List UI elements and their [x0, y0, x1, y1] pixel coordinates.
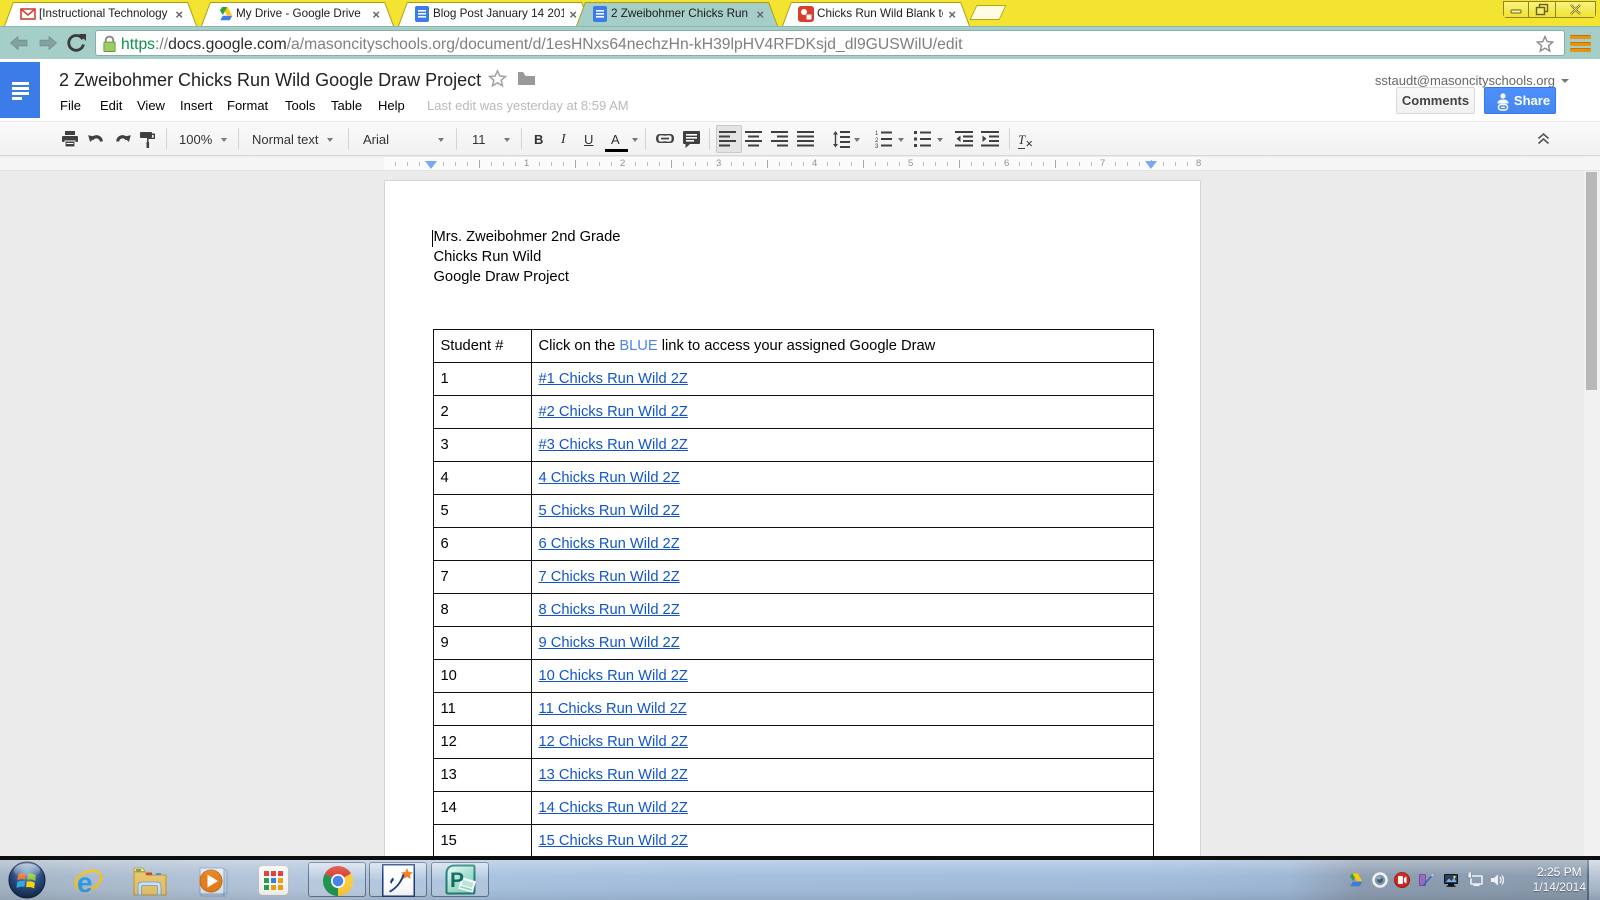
svg-text:3: 3 — [875, 144, 879, 148]
svg-text:e: e — [77, 867, 93, 897]
svg-text:1: 1 — [875, 131, 879, 137]
svg-text:P: P — [450, 869, 464, 892]
